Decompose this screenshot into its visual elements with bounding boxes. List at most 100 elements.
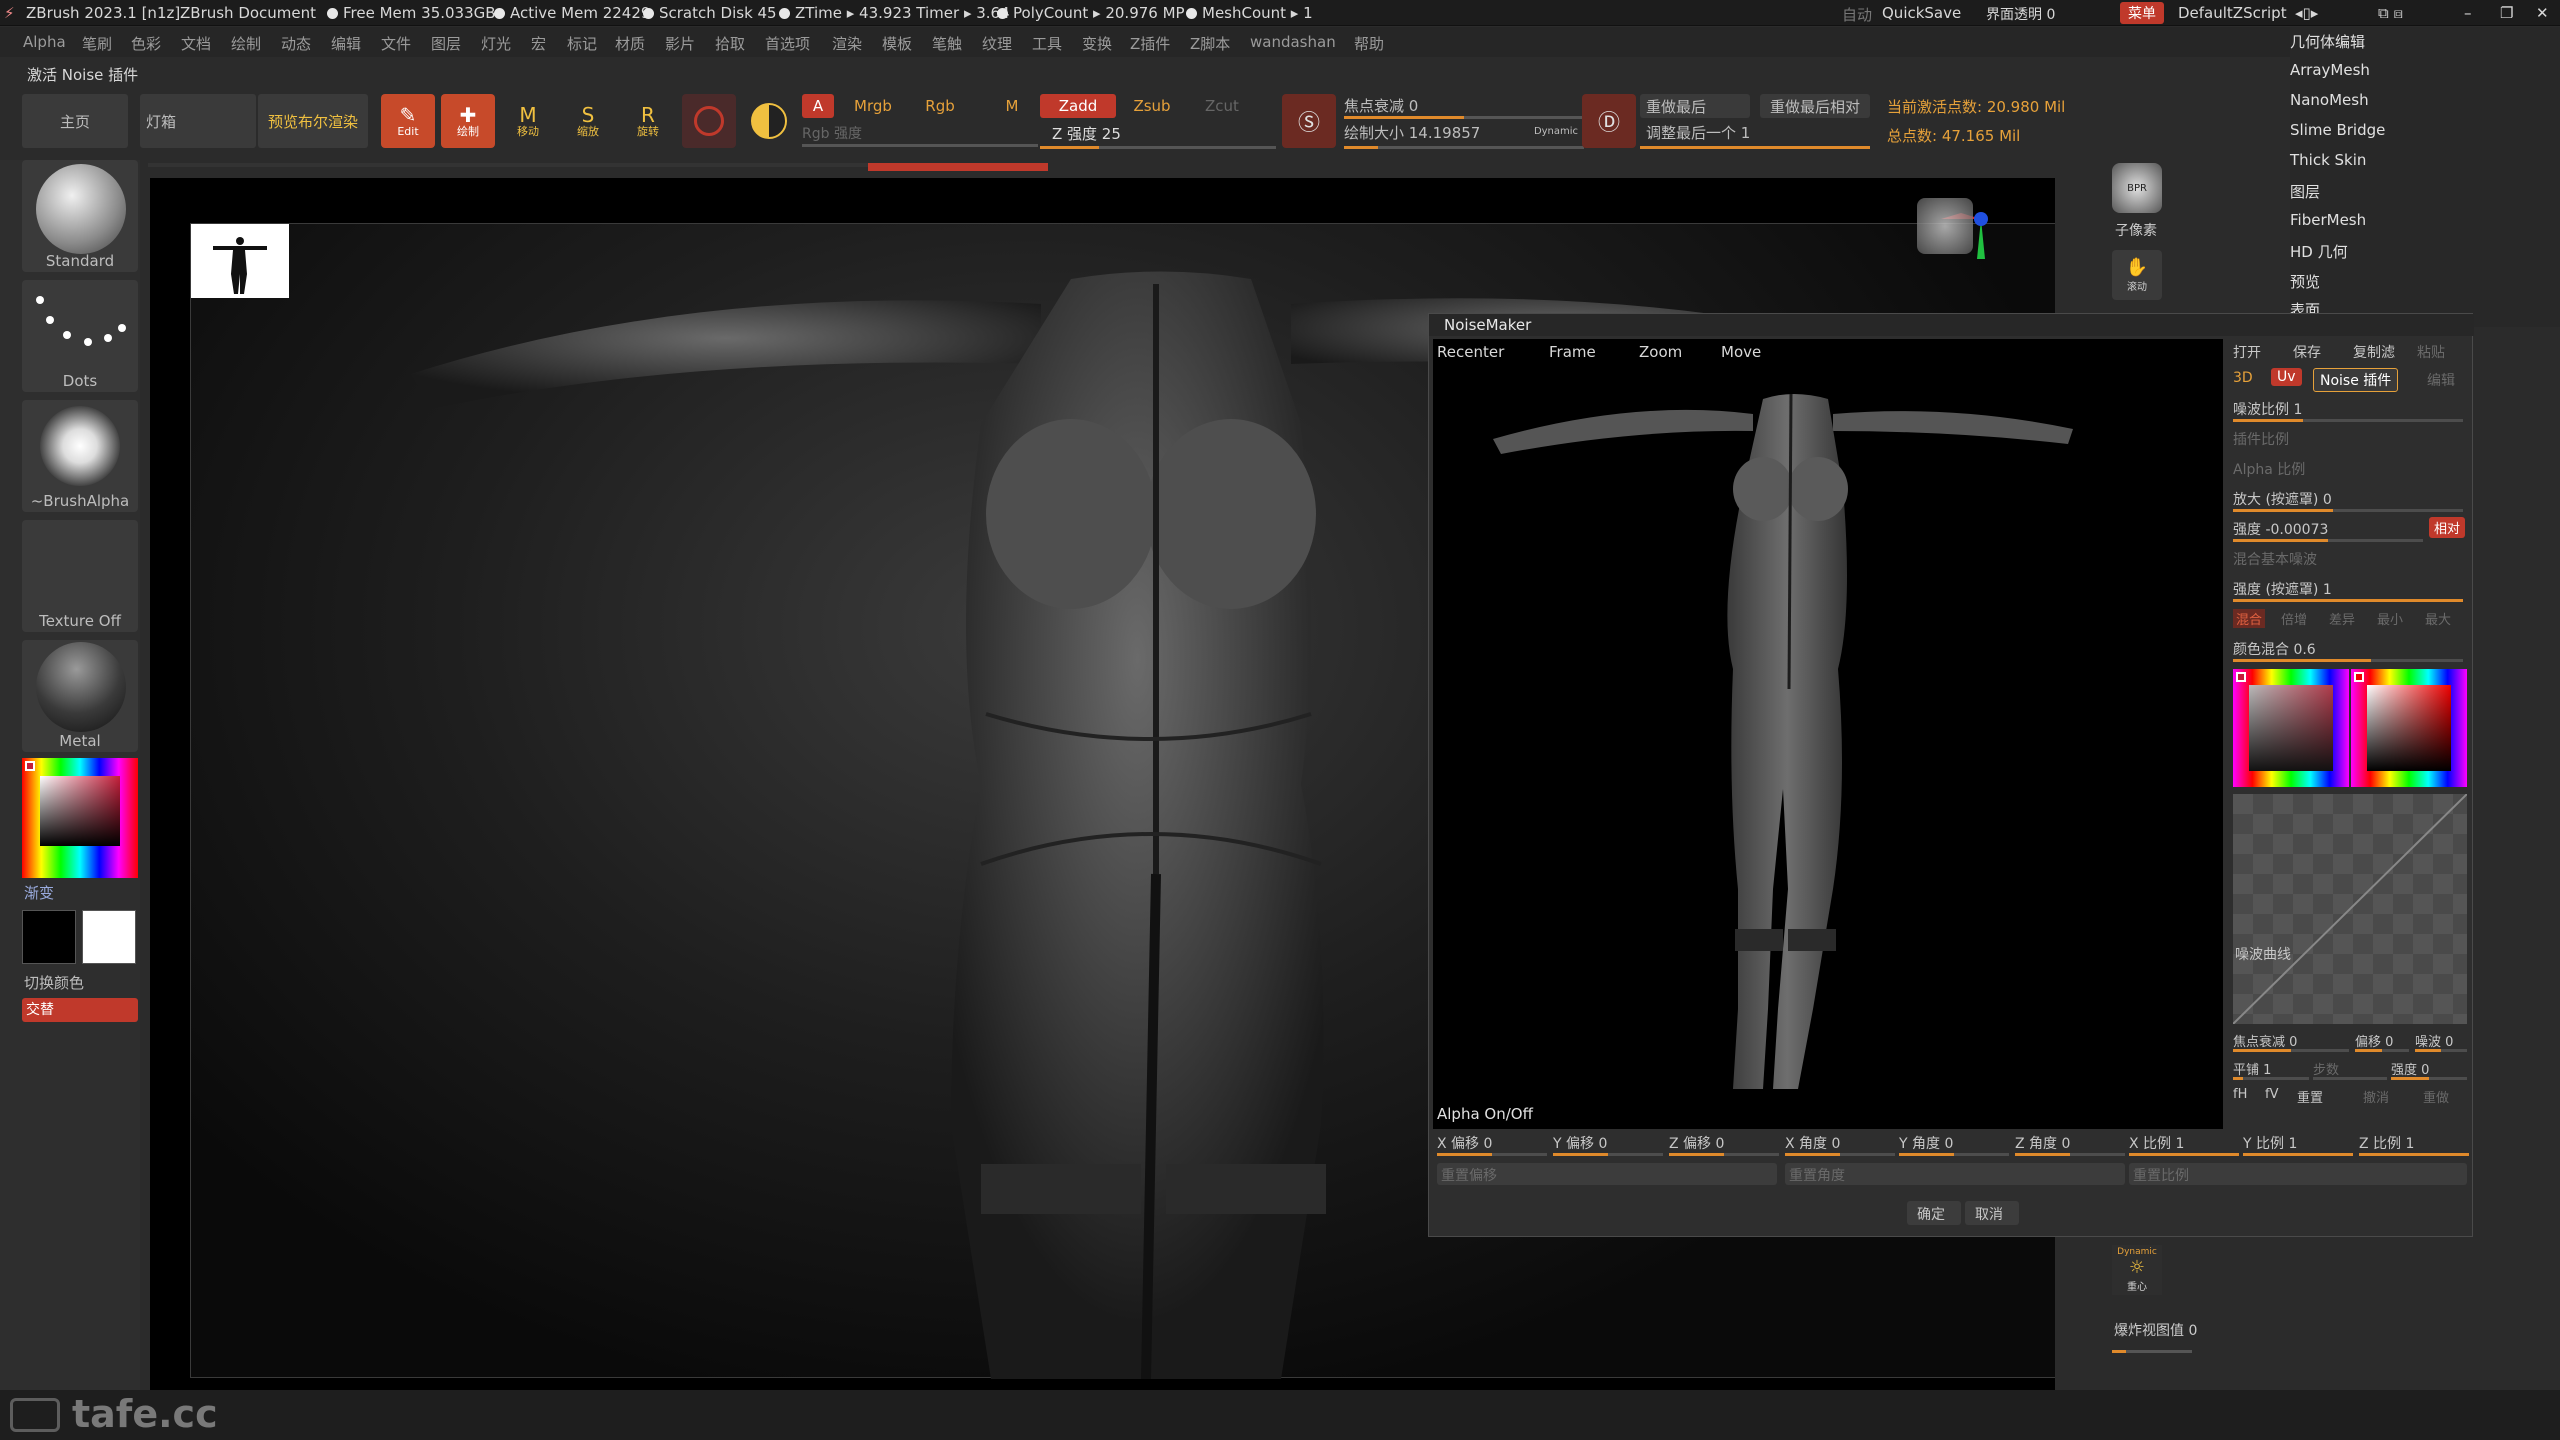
layout-icon[interactable]: ◂▯▸ [2295, 4, 2318, 22]
menu-item[interactable]: 动态 [281, 33, 311, 54]
redo-last-button[interactable]: 重做最后 [1640, 94, 1750, 118]
menu-item[interactable]: 笔触 [932, 33, 962, 54]
zcut-button[interactable]: Zcut [1192, 94, 1252, 118]
draw-size-slider[interactable]: 绘制大小 14.19857 [1344, 121, 1534, 143]
curve-offset[interactable]: 偏移 0 [2355, 1031, 2393, 1050]
stroke-selector[interactable]: Dots [22, 280, 138, 392]
minimize-icon[interactable]: – [2464, 4, 2472, 22]
mode-uv-button[interactable]: Uv [2271, 368, 2302, 386]
home-button[interactable]: 主页 [22, 94, 128, 148]
submenu-item[interactable]: NanoMesh [2290, 91, 2369, 109]
secondary-color-swatch[interactable] [82, 910, 136, 964]
window-icon[interactable]: ⧉ ⧈ [2378, 4, 2403, 22]
reset-scale-button[interactable]: 重置比例 [2129, 1163, 2467, 1185]
edit-button[interactable]: 编辑 [2427, 370, 2455, 390]
copy-filter-button[interactable]: 复制滤 [2353, 342, 2395, 362]
reset-offset-button[interactable]: 重置偏移 [1437, 1163, 1777, 1185]
lightbox-button[interactable]: 灯箱 [140, 94, 256, 148]
recenter-button[interactable]: Recenter [1437, 343, 1504, 361]
mix-base-noise-slider[interactable]: 混合基本噪波 [2233, 549, 2317, 569]
edit-mode-button[interactable]: ✎ Edit [381, 94, 435, 148]
adjust-last-slider[interactable]: 调整最后一个 1 [1640, 121, 1870, 143]
menu-item[interactable]: 模板 [882, 33, 912, 54]
restore-icon[interactable]: ❐ [2500, 4, 2513, 22]
curve-redo-button[interactable]: 重做 [2423, 1087, 2449, 1106]
menu-item[interactable]: 工具 [1032, 33, 1062, 54]
menu-item[interactable]: Z插件 [1130, 33, 1170, 54]
submenu-item[interactable]: ArrayMesh [2290, 61, 2370, 79]
color-blend-slider[interactable]: 颜色混合 0.6 [2233, 639, 2316, 659]
relative-toggle[interactable]: 相对 [2429, 517, 2466, 538]
z-intensity-slider[interactable]: Z 强度 25 [1052, 121, 1252, 145]
move-button[interactable]: Move [1721, 343, 1761, 361]
plugin-scale-slider[interactable]: 插件比例 [2233, 429, 2289, 449]
dynamic-persp-button[interactable]: Dynamic ☼ 重心 [2112, 1245, 2162, 1295]
rgb-button[interactable]: Rgb [912, 94, 968, 118]
dynamic-toggle[interactable]: Dynamic [1527, 121, 1585, 141]
gradient-label[interactable]: 渐变 [24, 882, 54, 903]
d-symmetry-button[interactable]: Ⓓ [1582, 94, 1636, 148]
focal-shift-slider[interactable]: 焦点衰减 0 [1344, 94, 1464, 116]
menu-item[interactable]: 宏 [531, 33, 546, 54]
material-selector[interactable]: Metal [22, 640, 138, 752]
menu-item[interactable]: 影片 [665, 33, 695, 54]
interface-opacity[interactable]: 界面透明 0 [1986, 4, 2055, 24]
curve-reset-button[interactable]: 重置 [2297, 1087, 2323, 1106]
cancel-button[interactable]: 取消 [1965, 1201, 2019, 1225]
noise-plugin-button[interactable]: Noise 插件 [2313, 368, 2399, 392]
solo-button[interactable] [742, 94, 796, 148]
mrgb-button[interactable]: Mrgb [838, 94, 908, 118]
rotate-mode-button[interactable]: R 旋转 [621, 94, 675, 148]
bpr-button[interactable]: BPR [2112, 163, 2162, 213]
submenu-item[interactable]: Thick Skin [2290, 151, 2366, 169]
curve-focal-shift[interactable]: 焦点衰减 0 [2233, 1031, 2297, 1050]
menu-item[interactable]: 笔刷 [82, 33, 112, 54]
primary-color-swatch[interactable] [22, 910, 76, 964]
z-angle-slider[interactable]: Z 角度 0 [2015, 1133, 2070, 1153]
x-scale-slider[interactable]: X 比例 1 [2129, 1133, 2184, 1153]
a-toggle[interactable]: A [802, 94, 834, 118]
color-square-a[interactable] [2249, 685, 2333, 771]
color-picker-square[interactable] [40, 776, 120, 846]
texture-selector[interactable]: Texture Off [22, 520, 138, 632]
zadd-button[interactable]: Zadd [1040, 94, 1116, 118]
submenu-item[interactable]: FiberMesh [2290, 211, 2366, 229]
scroll-button[interactable]: ✋ 滚动 [2112, 250, 2162, 300]
menu-item[interactable]: 绘制 [231, 33, 261, 54]
curve-steps[interactable]: 步数 [2313, 1059, 2339, 1078]
navigator-thumbnail[interactable] [191, 224, 289, 298]
menu-item[interactable]: 首选项 [765, 33, 810, 54]
y-angle-slider[interactable]: Y 角度 0 [1899, 1133, 1953, 1153]
blend-min-button[interactable]: 最小 [2377, 609, 2403, 628]
menu-item[interactable]: 纹理 [982, 33, 1012, 54]
menu-button[interactable]: 菜单 [2120, 2, 2164, 24]
blend-mix-button[interactable]: 混合 [2233, 609, 2266, 628]
blend-max-button[interactable]: 最大 [2425, 609, 2451, 628]
noise-scale-slider[interactable]: 噪波比例 1 [2233, 399, 2302, 419]
strength-slider[interactable]: 强度 -0.00073 [2233, 519, 2328, 539]
close-icon[interactable]: ✕ [2536, 4, 2549, 22]
s-symmetry-button[interactable]: Ⓢ [1282, 94, 1336, 148]
menu-item[interactable]: 拾取 [715, 33, 745, 54]
blend-multiply-button[interactable]: 倍增 [2281, 609, 2307, 628]
menu-item[interactable]: 文件 [381, 33, 411, 54]
bpr-render-button[interactable]: 预览布尔渲染 [258, 94, 368, 148]
paste-button[interactable]: 粘贴 [2417, 342, 2445, 362]
menu-item[interactable]: 灯光 [481, 33, 511, 54]
menu-item[interactable]: 材质 [615, 33, 645, 54]
curve-tile[interactable]: 平铺 1 [2233, 1059, 2271, 1078]
m-button[interactable]: M [998, 94, 1026, 118]
blend-difference-button[interactable]: 差异 [2329, 609, 2355, 628]
strength-mask-slider[interactable]: 强度 (按遮罩) 1 [2233, 579, 2332, 599]
gizmo-button[interactable] [682, 94, 736, 148]
magnify-slider[interactable]: 放大 (按遮罩) 0 [2233, 489, 2332, 509]
z-scale-slider[interactable]: Z 比例 1 [2359, 1133, 2414, 1153]
submenu-item[interactable]: 图层 [2290, 181, 2320, 202]
noise-color-picker-a[interactable] [2233, 669, 2349, 787]
rgb-intensity-slider[interactable]: Rgb 强度 [802, 122, 1032, 144]
color-picker[interactable] [22, 758, 138, 878]
move-mode-button[interactable]: M 移动 [501, 94, 555, 148]
redo-last-relative-button[interactable]: 重做最后相对 [1760, 94, 1870, 118]
curve-undo-button[interactable]: 撤消 [2363, 1087, 2389, 1106]
menu-item[interactable]: 文档 [181, 33, 211, 54]
